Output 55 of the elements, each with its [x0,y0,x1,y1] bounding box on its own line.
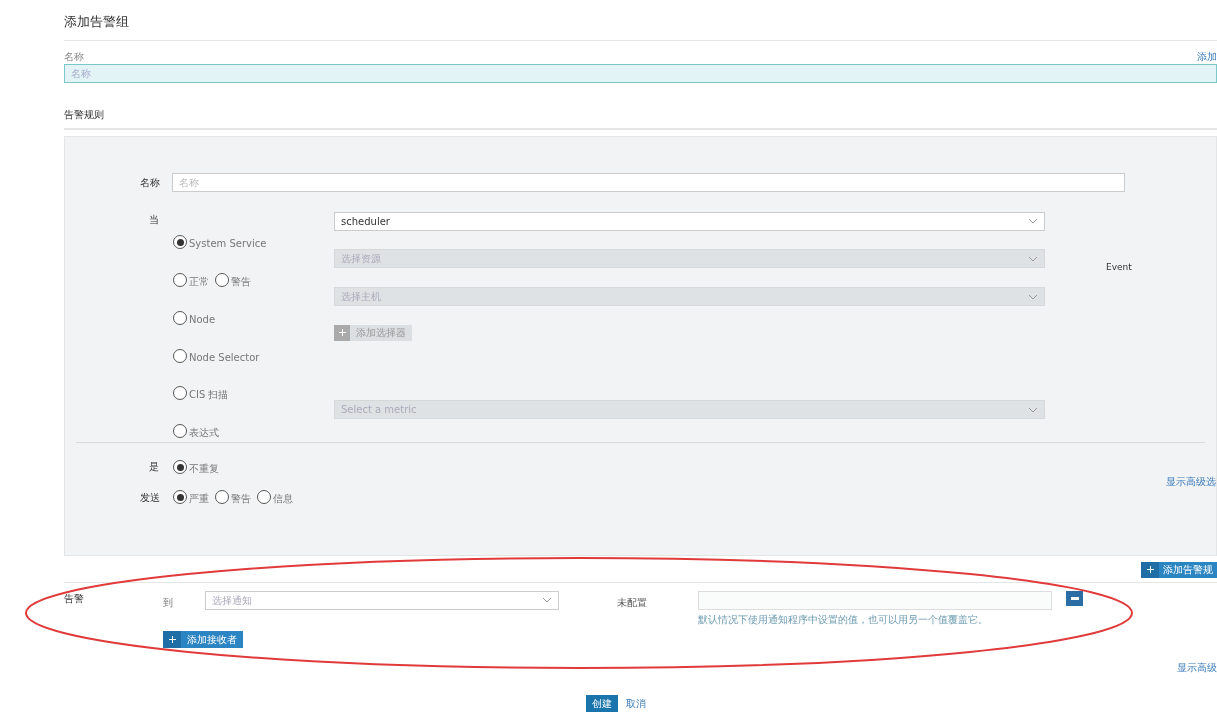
advanced-options-link[interactable]: 显示高级 [1177,659,1217,675]
hint-text: 默认情况下使用通知程序中设置的值，也可以用另一个值覆盖它。 [698,612,989,627]
page-title: 添加告警组 [64,12,1217,41]
radio-label: 正常 [189,277,209,288]
field-label: 告警 [64,591,85,606]
radio-label: 不重复 [189,464,219,475]
radio-label: 信息 [273,494,293,505]
recipient-field[interactable] [698,590,1052,610]
radio-label: 表达式 [189,428,219,439]
plus-icon [338,329,346,337]
radio-button[interactable] [173,310,187,325]
chevron-down-icon [1028,293,1038,300]
cancel-button[interactable]: 取消 [625,694,646,712]
add-rule-button[interactable]: 添加告警规 [1141,561,1217,578]
radio-label: 警告 [231,494,251,505]
chevron-down-icon [1028,407,1038,413]
radio-label: Node Selector [189,352,260,363]
add-receiver-button[interactable]: 添加接收者 [163,630,243,648]
plus-icon [168,635,176,643]
field-label: 到 [163,595,174,610]
section-heading: 告警规则 [64,106,1217,130]
field-label: 是 [149,460,160,475]
radio-button[interactable] [215,273,229,288]
minus-icon [1070,596,1079,600]
create-button[interactable]: 创建 [585,694,618,712]
radio-label: 警告 [231,277,251,288]
radio-button[interactable] [173,348,187,363]
radio-button[interactable] [257,490,271,505]
field-label: 名称 [64,49,84,64]
radio-button[interactable] [173,386,187,401]
notifier-select[interactable]: 选择通知 [205,590,559,610]
add-link[interactable]: 添加 [1197,48,1217,64]
radio-button[interactable] [173,424,187,439]
chevron-down-icon [1028,218,1038,224]
plus-icon [1146,566,1154,573]
chevron-down-icon [542,597,552,603]
field-label: 未配置 [617,595,648,610]
field-label: 当 [149,212,160,227]
radio-label: 严重 [189,494,209,505]
name-field[interactable]: 名称 [64,63,1217,83]
remove-button[interactable] [1066,590,1083,606]
radio-label: System Service [189,239,267,250]
radio-button[interactable] [173,273,187,288]
radio-label: CIS 扫描 [189,390,229,401]
radio-label: Node [189,314,216,325]
radio-button[interactable] [173,460,187,475]
event-label: Event [1106,261,1132,275]
field-label: 发送 [140,491,161,506]
chevron-down-icon [1028,255,1038,262]
advanced-options-link[interactable]: 显示高级选 [1166,474,1216,490]
rule-name-field[interactable]: 名称 [172,172,1125,192]
radio-button[interactable] [173,235,187,250]
select-field[interactable]: scheduler [334,211,1045,231]
radio-button[interactable] [173,490,187,505]
radio-button[interactable] [215,490,229,505]
